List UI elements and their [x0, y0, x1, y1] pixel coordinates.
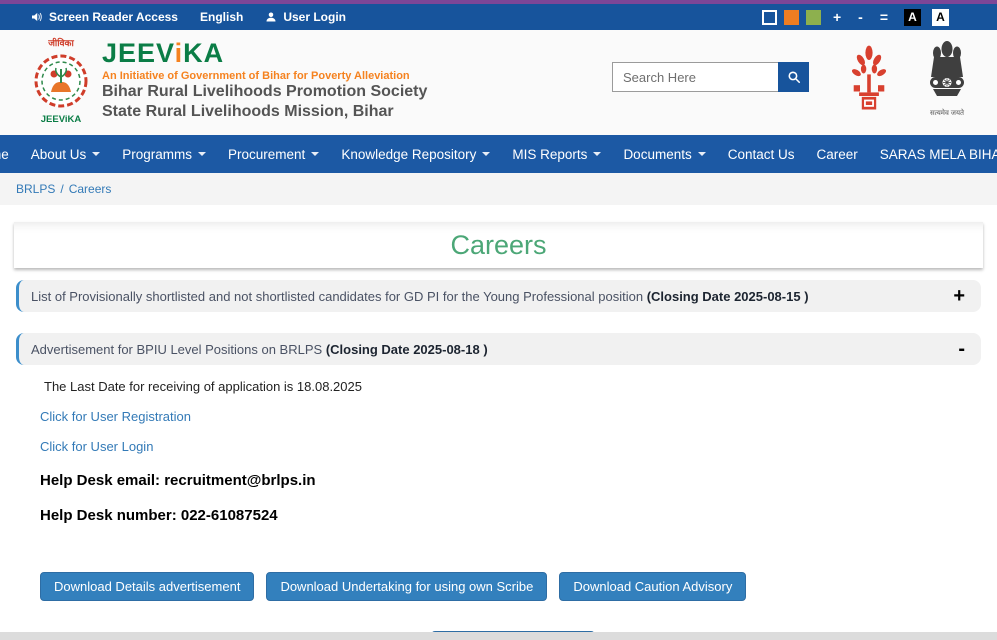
page-title: Careers	[450, 230, 546, 261]
theme-orange-swatch[interactable]	[784, 10, 799, 25]
breadcrumb-current: Careers	[69, 182, 112, 196]
jeevika-logo-caption: JEEViKA	[41, 114, 82, 125]
breadcrumb-root-link[interactable]: BRLPS	[16, 182, 55, 196]
nav-item-documents[interactable]: Documents	[623, 147, 705, 162]
font-increase-button[interactable]: +	[833, 9, 841, 25]
footer-strip	[0, 632, 997, 640]
theme-default-swatch[interactable]	[762, 10, 777, 25]
nav-item-mis-reports[interactable]: MIS Reports	[512, 147, 601, 162]
screen-reader-access-link[interactable]: Screen Reader Access	[30, 10, 178, 24]
accessibility-controls: + - = A A	[762, 9, 949, 26]
chevron-down-icon	[482, 152, 490, 156]
theme-green-swatch[interactable]	[806, 10, 821, 25]
site-header: जीविका JEEViKA JEEViKA An Initiative of …	[0, 30, 997, 135]
nav-item-saras-mela-bihar[interactable]: SARAS MELA BIHAR	[880, 147, 997, 162]
jeevika-logo-hindi-text: जीविका	[47, 37, 74, 48]
breadcrumb: BRLPS / Careers	[0, 173, 997, 205]
font-reset-button[interactable]: =	[880, 9, 888, 25]
nav-item-programms[interactable]: Programms	[122, 147, 206, 162]
page-title-band: Careers	[14, 222, 983, 268]
download-buttons-row: Download Details advertisement Download …	[40, 572, 997, 601]
closing-date: (Closing Date 2025-08-18 )	[326, 342, 488, 357]
download-undertaking-button[interactable]: Download Undertaking for using own Scrib…	[266, 572, 547, 601]
topbar-left-group: Screen Reader Access English User Login	[30, 10, 346, 24]
speaker-icon	[30, 11, 43, 23]
brand-title: JEEViKA	[102, 38, 612, 68]
chevron-down-icon	[92, 152, 100, 156]
expand-icon[interactable]: +	[953, 286, 965, 306]
top-utility-bar: Screen Reader Access English User Login …	[0, 4, 997, 30]
accordion-young-professional[interactable]: List of Provisionally shortlisted and no…	[16, 280, 981, 312]
national-emblem-caption: सत्यमेव जयते	[930, 109, 964, 118]
nav-item-home[interactable]: Home	[0, 147, 9, 162]
nav-item-about-us[interactable]: About Us	[31, 147, 101, 162]
chevron-down-icon	[311, 152, 319, 156]
search-input[interactable]	[612, 62, 778, 92]
government-logos: सत्यमेव जयते	[851, 36, 967, 118]
high-contrast-button[interactable]: A	[904, 9, 921, 26]
help-desk-email: Help Desk email: recruitment@brlps.in	[40, 470, 997, 491]
brand-tagline: An Initiative of Government of Bihar for…	[102, 70, 612, 82]
closing-date: (Closing Date 2025-08-15 )	[647, 289, 809, 304]
search-icon	[787, 70, 801, 84]
nav-item-procurement[interactable]: Procurement	[228, 147, 319, 162]
user-login-content-link[interactable]: Click for User Login	[40, 439, 997, 454]
org-name-line2: State Rural Livelihoods Mission, Bihar	[102, 102, 612, 122]
collapse-icon[interactable]: -	[958, 339, 965, 359]
user-icon	[265, 11, 277, 23]
bihar-emblem-logo	[851, 38, 887, 118]
org-name-line1: Bihar Rural Livelihoods Promotion Societ…	[102, 82, 612, 102]
search-button[interactable]	[778, 62, 809, 92]
accordion-expanded-content: The Last Date for receiving of applicati…	[0, 365, 997, 526]
accordion-title: List of Provisionally shortlisted and no…	[31, 289, 941, 304]
page: Screen Reader Access English User Login …	[0, 0, 997, 640]
chevron-down-icon	[593, 152, 601, 156]
language-link[interactable]: English	[200, 10, 243, 24]
search-box	[612, 62, 809, 92]
brand-part-i: i	[175, 38, 184, 68]
accordion-bpiu-positions[interactable]: Advertisement for BPIU Level Positions o…	[16, 333, 981, 365]
national-emblem-logo: सत्यमेव जयते	[927, 38, 967, 118]
brand-block: JEEViKA An Initiative of Government of B…	[102, 36, 612, 122]
breadcrumb-separator: /	[60, 182, 63, 196]
screen-reader-access-label: Screen Reader Access	[49, 10, 178, 24]
nav-item-career[interactable]: Career	[817, 147, 858, 162]
nav-item-knowledge-repository[interactable]: Knowledge Repository	[341, 147, 490, 162]
user-login-label: User Login	[283, 10, 346, 24]
download-caution-advisory-button[interactable]: Download Caution Advisory	[559, 572, 746, 601]
brand-part-3: KA	[183, 38, 224, 68]
help-desk-number: Help Desk number: 022-61087524	[40, 505, 997, 526]
main-navigation: Home About Us Programms Procurement Know…	[0, 135, 997, 173]
normal-contrast-button[interactable]: A	[932, 9, 949, 26]
jeevika-logo[interactable]: जीविका JEEViKA	[30, 36, 92, 131]
user-login-link[interactable]: User Login	[265, 10, 346, 24]
last-date-text: The Last Date for receiving of applicati…	[40, 379, 997, 394]
language-label: English	[200, 10, 243, 24]
chevron-down-icon	[198, 152, 206, 156]
font-decrease-button[interactable]: -	[858, 9, 863, 25]
brand-part-1: JEEV	[102, 38, 175, 68]
user-registration-link[interactable]: Click for User Registration	[40, 409, 997, 424]
nav-item-contact-us[interactable]: Contact Us	[728, 147, 795, 162]
download-details-advertisement-button[interactable]: Download Details advertisement	[40, 572, 254, 601]
chevron-down-icon	[698, 152, 706, 156]
accordion-title: Advertisement for BPIU Level Positions o…	[31, 342, 946, 357]
